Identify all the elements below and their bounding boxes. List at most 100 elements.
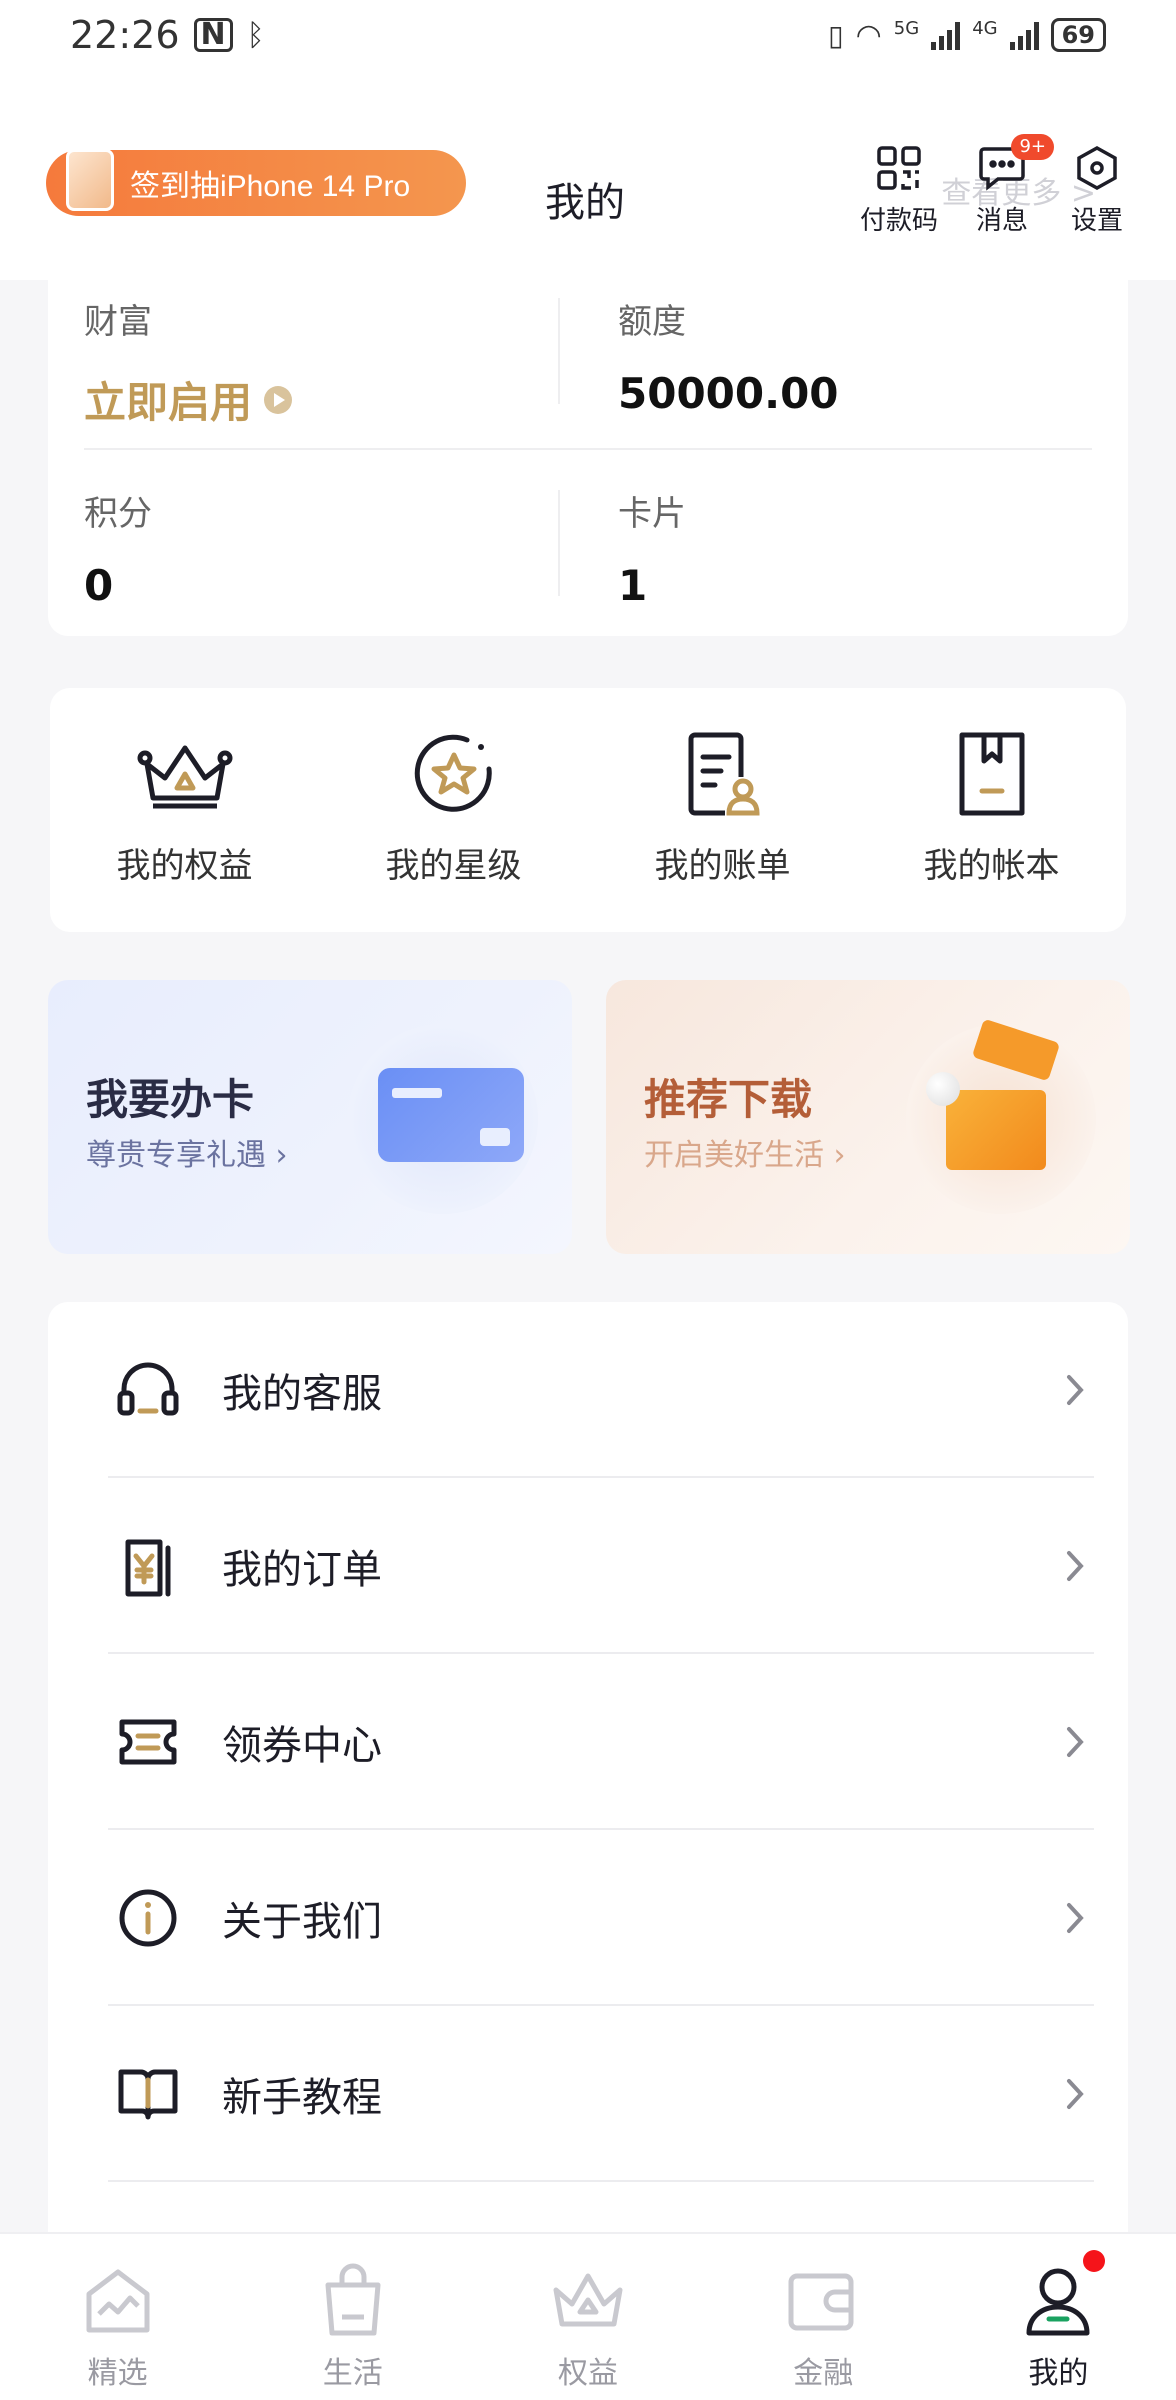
apply-card-banner[interactable]: 我要办卡 尊贵专享礼遇 › (48, 980, 572, 1254)
wifi-icon: ◠ (855, 17, 882, 53)
message-icon: 9+ (976, 134, 1054, 194)
ledger-icon (944, 726, 1040, 822)
quick-item-label: 我的星级 (385, 846, 522, 886)
order-icon (116, 1534, 180, 1598)
gift-box-icon (946, 1090, 1046, 1170)
menu-item-coupon-center[interactable]: 领券中心 (48, 1654, 1128, 1830)
tab-rights[interactable]: 权益 (470, 2234, 705, 2400)
network-type-1: 5G (893, 17, 920, 39)
crown-icon (548, 2262, 628, 2340)
signin-lottery-button[interactable]: 签到抽iPhone 14 Pro (46, 149, 466, 216)
account-summary-card: 财富 立即启用 额度 50000.00 积分 0 卡片 1 (48, 254, 1128, 636)
gift-ball-icon (926, 1072, 960, 1106)
divider-horizontal (84, 448, 1092, 450)
phone-thumbnail-icon (66, 149, 114, 211)
chevron-right-icon (1067, 1375, 1084, 1405)
menu-item-label: 新手教程 (222, 2075, 382, 2121)
quick-item-bills[interactable]: 我的账单 (588, 688, 857, 932)
chevron-right-icon: › (833, 1138, 846, 1173)
tab-featured[interactable]: 精选 (0, 2234, 235, 2400)
quota-label: 额度 (618, 302, 686, 342)
menu-item-orders[interactable]: 我的订单 (48, 1478, 1128, 1654)
tab-label: 精选 (87, 2356, 148, 2391)
tab-label: 金融 (793, 2356, 854, 2391)
divider-vertical (558, 490, 560, 596)
quick-item-rights[interactable]: 我的权益 (50, 688, 319, 932)
chevron-right-icon (1067, 1903, 1084, 1933)
recommend-download-banner[interactable]: 推荐下载 开启美好生活 › (606, 980, 1130, 1254)
points-cell[interactable]: 积分 0 (84, 486, 152, 610)
user-icon (1018, 2262, 1098, 2340)
pay-code-button[interactable]: 付款码 (860, 142, 938, 237)
info-icon (116, 1886, 180, 1950)
menu-item-label: 领券中心 (222, 1723, 382, 1769)
battery-indicator: 69 (1050, 18, 1106, 52)
vibrate-icon: ▯ (828, 18, 844, 52)
wealth-label: 财富 (84, 302, 152, 342)
signal-icon-2 (1009, 20, 1039, 50)
coupon-icon (116, 1710, 180, 1774)
divider (108, 2180, 1094, 2182)
menu-item-label: 关于我们 (222, 1899, 382, 1945)
menu-item-beginner-tutorial[interactable]: 新手教程 (48, 2006, 1128, 2182)
chevron-right-icon (1067, 2079, 1084, 2109)
settings-button[interactable]: 设置 (1071, 142, 1123, 237)
crown-icon (137, 726, 233, 822)
chevron-right-icon: › (275, 1138, 288, 1173)
menu-item-label: 我的订单 (222, 1547, 382, 1593)
menu-item-customer-service[interactable]: 我的客服 (48, 1302, 1128, 1478)
headset-icon (116, 1358, 180, 1422)
credit-card-icon (378, 1068, 524, 1162)
status-time: 22:26 (70, 13, 180, 57)
menu-item-label: 我的客服 (222, 1371, 382, 1417)
chevron-right-icon (1067, 1727, 1084, 1757)
notification-dot (1082, 2250, 1105, 2272)
network-type-2: 4G (972, 17, 998, 39)
quick-item-label: 我的帐本 (923, 846, 1060, 886)
quota-cell[interactable]: 额度 50000.00 (618, 294, 839, 418)
recommend-download-subtitle: 开启美好生活 › (644, 1138, 846, 1173)
featured-icon (78, 2262, 158, 2340)
quota-value: 50000.00 (618, 369, 839, 418)
messages-button[interactable]: 9+ 消息 (976, 134, 1054, 237)
tab-life[interactable]: 生活 (235, 2234, 470, 2400)
quick-item-ledger[interactable]: 我的帐本 (857, 688, 1126, 932)
menu-item-about-us[interactable]: 关于我们 (48, 1830, 1128, 2006)
wealth-activate[interactable]: 立即启用 (84, 369, 293, 430)
book-icon (116, 2062, 180, 2126)
star-badge-icon (406, 726, 502, 822)
page-header: 签到抽iPhone 14 Pro 我的 查看更多 > 付款码 9+ 消息 设置 (0, 70, 1176, 280)
wealth-cell[interactable]: 财富 立即启用 (84, 294, 293, 430)
bluetooth-icon: ᛒ (246, 17, 265, 53)
bag-icon (313, 2262, 393, 2340)
signin-lottery-label: 签到抽iPhone 14 Pro (130, 170, 411, 203)
tab-finance[interactable]: 金融 (706, 2234, 941, 2400)
quick-item-label: 我的权益 (116, 846, 253, 886)
messages-badge: 9+ (1011, 134, 1054, 160)
tab-label: 生活 (322, 2356, 383, 2391)
bottom-tab-bar: 精选 生活 权益 金融 我的 (0, 2232, 1176, 2400)
page-title: 我的 (545, 180, 625, 226)
cards-value: 1 (618, 561, 648, 610)
menu-list: 我的客服 我的订单 领券中心 关于我们 新手教程 (48, 1302, 1128, 2242)
points-value: 0 (84, 561, 114, 610)
pay-code-label: 付款码 (860, 206, 939, 236)
messages-label: 消息 (976, 206, 1029, 236)
cards-cell[interactable]: 卡片 1 (618, 486, 686, 610)
wealth-value: 立即启用 (84, 378, 253, 427)
recommend-download-title: 推荐下载 (644, 1075, 813, 1124)
play-arrow-icon (264, 385, 293, 414)
quick-actions-grid: 我的权益 我的星级 我的账单 我的帐本 (50, 688, 1126, 932)
tab-label: 权益 (558, 2356, 618, 2391)
bill-icon (675, 726, 771, 822)
nfc-icon: N (193, 18, 233, 52)
divider-vertical (558, 298, 560, 404)
chevron-right-icon (1067, 1551, 1084, 1581)
cards-label: 卡片 (618, 494, 686, 534)
wallet-icon (783, 2262, 863, 2340)
tab-label: 我的 (1028, 2356, 1089, 2391)
quick-item-star-level[interactable]: 我的星级 (319, 688, 588, 932)
tab-mine[interactable]: 我的 (941, 2234, 1176, 2400)
gear-icon (1071, 142, 1123, 194)
qr-code-icon (873, 142, 925, 194)
